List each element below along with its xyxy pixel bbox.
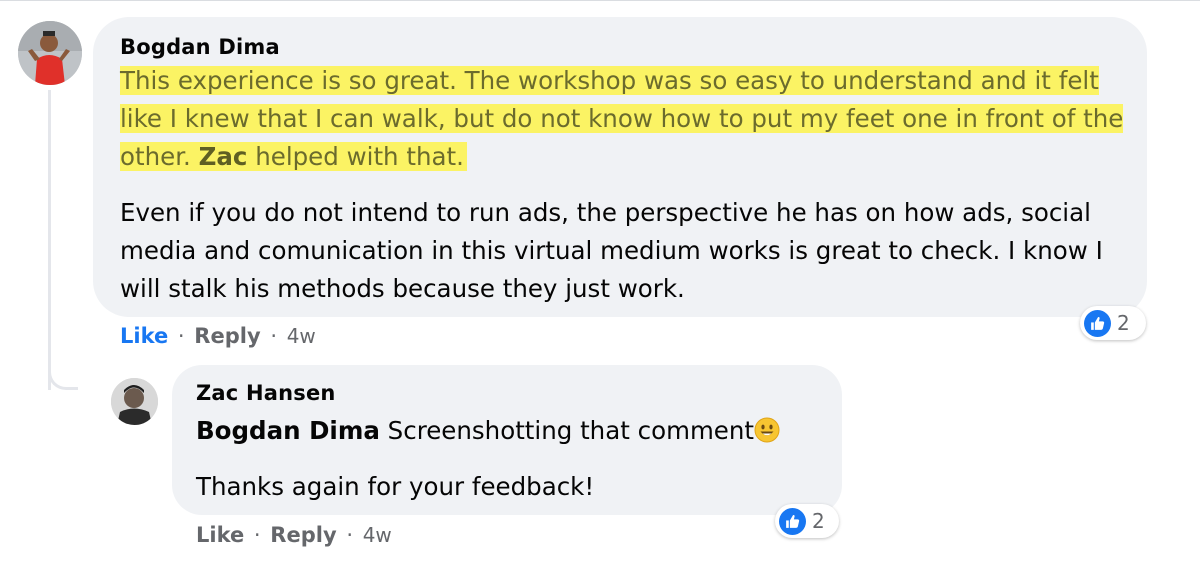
comment-text-highlighted: This experience is so great. The worksho…: [120, 62, 1130, 176]
mention-tag[interactable]: Bogdan Dima: [196, 416, 380, 445]
comment-timestamp[interactable]: 4w: [287, 324, 316, 348]
reply-text-line2: Thanks again for your feedback!: [196, 472, 595, 501]
reaction-summary[interactable]: 2: [775, 504, 839, 538]
comment-text-paragraph: Even if you do not intend to run ads, th…: [120, 198, 1103, 303]
action-separator: ·: [253, 523, 261, 547]
reply-actions: Like · Reply · 4w: [196, 523, 392, 547]
thumbs-up-icon: [1084, 309, 1111, 337]
highlighted-text: This experience is so great. The worksho…: [120, 66, 1124, 171]
action-separator: ·: [270, 324, 278, 348]
action-separator: ·: [346, 523, 354, 547]
highlighted-text-part2: helped with that.: [247, 142, 464, 171]
avatar-photo: [111, 378, 158, 425]
smiling-face-emoji: [754, 416, 780, 443]
highlighted-mention: Zac: [198, 142, 248, 171]
comment-author-name[interactable]: Bogdan Dima: [120, 35, 280, 59]
reaction-count: 2: [812, 509, 825, 533]
avatar-zac-hansen[interactable]: [111, 378, 158, 425]
reply-text-line: Bogdan Dima Screenshotting that comment: [196, 412, 836, 450]
thumbs-up-icon: [779, 507, 806, 535]
reply-button[interactable]: Reply: [194, 324, 260, 348]
avatar-bogdan-dima[interactable]: [18, 21, 82, 85]
reply-button[interactable]: Reply: [270, 523, 336, 547]
thread-connector-curve: [48, 360, 78, 390]
reply-author-name[interactable]: Zac Hansen: [196, 381, 336, 405]
thread-connector-line: [48, 90, 51, 390]
action-separator: ·: [177, 324, 185, 348]
reply-timestamp[interactable]: 4w: [363, 523, 392, 547]
top-divider: [0, 0, 1200, 1]
like-button[interactable]: Like: [120, 324, 168, 348]
reaction-summary[interactable]: 2: [1080, 306, 1146, 340]
comment-actions: Like · Reply · 4w: [120, 324, 316, 348]
avatar-photo: [18, 21, 82, 85]
like-button[interactable]: Like: [196, 523, 244, 547]
reply-text: Screenshotting that comment: [379, 416, 755, 445]
reaction-count: 2: [1117, 311, 1130, 335]
